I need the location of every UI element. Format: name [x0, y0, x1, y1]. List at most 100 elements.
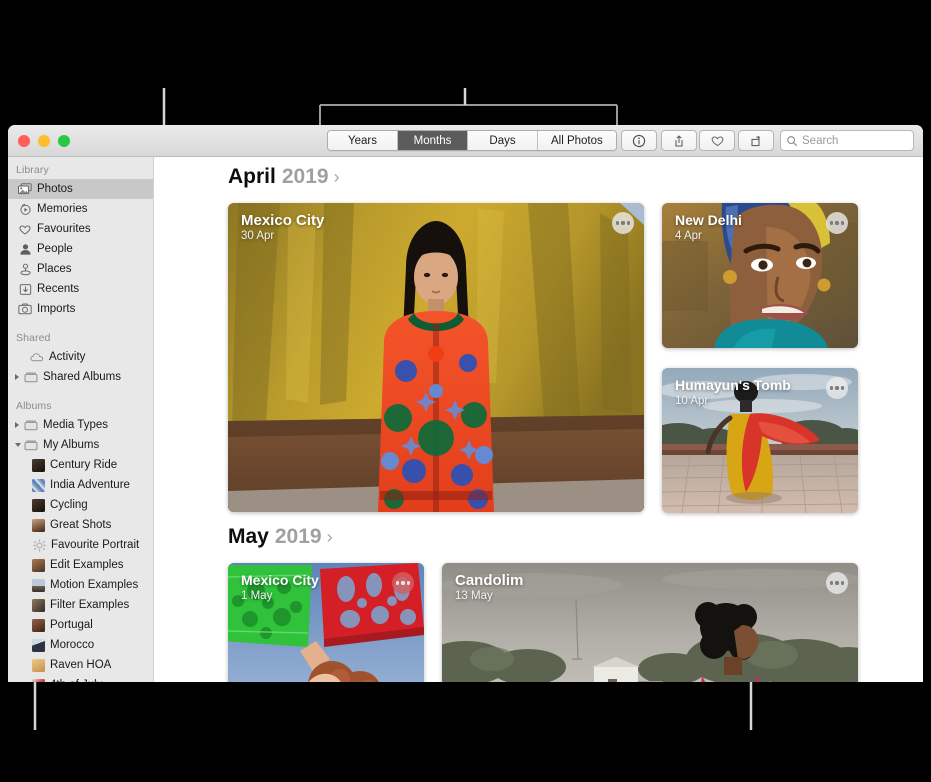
info-icon — [632, 134, 646, 148]
chevron-down-icon[interactable] — [15, 443, 21, 447]
sidebar-item-motion-examples[interactable]: Motion Examples — [8, 575, 153, 595]
sidebar-item-label: Motion Examples — [50, 579, 138, 591]
sidebar-item-label: Portugal — [50, 619, 93, 631]
sidebar-item-people[interactable]: People — [8, 239, 153, 259]
chevron-right-icon[interactable] — [15, 422, 19, 428]
sidebar-item-label: Favourite Portrait — [51, 539, 139, 551]
rotate-button[interactable] — [738, 130, 774, 151]
sidebar-item-portugal[interactable]: Portugal — [8, 615, 153, 635]
more-options-button[interactable] — [826, 377, 848, 399]
sidebar-item-media-types[interactable]: Media Types — [8, 415, 153, 435]
tab-days[interactable]: Days — [468, 131, 538, 150]
gear-icon — [32, 538, 46, 552]
window-controls — [18, 135, 70, 147]
chevron-right-icon[interactable]: › — [327, 527, 333, 548]
photo-card-humayuns-tomb[interactable]: Humayun's Tomb 10 Apr — [662, 368, 858, 513]
month-year: 2019 — [275, 525, 322, 549]
photo-card-new-delhi[interactable]: New Delhi 4 Apr — [662, 203, 858, 348]
info-button[interactable] — [621, 130, 657, 151]
more-options-button[interactable] — [826, 212, 848, 234]
sidebar-item-label: Memories — [37, 203, 87, 215]
sidebar-item-imports[interactable]: Imports — [8, 299, 153, 319]
chevron-right-icon[interactable]: › — [334, 167, 340, 188]
sidebar-item-4th-of-july[interactable]: 4th of July — [8, 675, 153, 682]
sidebar-item-label: Imports — [37, 303, 75, 315]
sidebar-item-label: Media Types — [43, 419, 108, 431]
sidebar-item-my-albums[interactable]: My Albums — [8, 435, 153, 455]
sidebar-item-favourites[interactable]: Favourites — [8, 219, 153, 239]
sidebar-item-century-ride[interactable]: Century Ride — [8, 455, 153, 475]
album-icon — [24, 438, 38, 452]
tab-months[interactable]: Months — [398, 131, 468, 150]
zoom-button[interactable] — [58, 135, 70, 147]
album-thumbnail — [32, 599, 45, 612]
chevron-right-icon[interactable] — [15, 374, 19, 380]
sidebar-item-raven-hoa[interactable]: Raven HOA — [8, 655, 153, 675]
search-icon — [786, 135, 798, 147]
sidebar-item-activity[interactable]: Activity — [8, 347, 153, 367]
month-header-may[interactable]: May 2019 › — [155, 512, 923, 549]
tab-years[interactable]: Years — [328, 131, 398, 150]
sidebar-item-memories[interactable]: Memories — [8, 199, 153, 219]
window-titlebar: Years Months Days All Photos — [8, 125, 923, 157]
sidebar-item-label: Favourites — [37, 223, 91, 235]
photo-date: 10 Apr — [675, 394, 791, 409]
album-thumbnail — [32, 619, 45, 632]
photo-thumbnail — [228, 203, 644, 512]
photo-title: Mexico City — [241, 572, 319, 589]
cloud-icon — [30, 350, 44, 364]
photo-date: 13 May — [455, 589, 523, 604]
album-thumbnail — [32, 579, 45, 592]
search-placeholder: Search — [802, 135, 838, 147]
photo-card-label: Candolim 13 May — [455, 572, 523, 604]
more-options-button[interactable] — [392, 572, 414, 594]
favorite-button[interactable] — [699, 130, 735, 151]
view-mode-segmented-control[interactable]: Years Months Days All Photos — [327, 130, 617, 151]
download-icon — [18, 282, 32, 296]
camera-icon — [18, 302, 32, 316]
sidebar-item-label: Shared Albums — [43, 371, 121, 383]
sidebar-item-great-shots[interactable]: Great Shots — [8, 515, 153, 535]
photo-title: Mexico City — [241, 212, 324, 229]
month-header-april[interactable]: April 2019 › — [155, 157, 923, 189]
sidebar-item-shared-albums[interactable]: Shared Albums — [8, 367, 153, 387]
tab-all-photos[interactable]: All Photos — [538, 131, 616, 150]
sidebar-item-india-adventure[interactable]: India Adventure — [8, 475, 153, 495]
photo-date: 4 Apr — [675, 229, 742, 244]
sidebar-item-label: Places — [37, 263, 72, 275]
sidebar-section-albums: Albums — [8, 396, 153, 415]
photo-card-label: Mexico City 30 Apr — [241, 212, 324, 244]
close-button[interactable] — [18, 135, 30, 147]
share-button[interactable] — [661, 130, 697, 151]
sidebar-item-label: India Adventure — [50, 479, 130, 491]
sidebar-item-label: Cycling — [50, 499, 88, 511]
sidebar-item-label: Photos — [37, 183, 73, 195]
sidebar-item-edit-examples[interactable]: Edit Examples — [8, 555, 153, 575]
sidebar-item-cycling[interactable]: Cycling — [8, 495, 153, 515]
photo-grid-content[interactable]: April 2019 › — [155, 157, 923, 682]
sidebar-item-filter-examples[interactable]: Filter Examples — [8, 595, 153, 615]
sidebar-item-favourite-portrait[interactable]: Favourite Portrait — [8, 535, 153, 555]
sidebar[interactable]: Library Photos — [8, 157, 154, 682]
album-thumbnail — [32, 679, 45, 683]
sidebar-section-library: Library — [8, 160, 153, 179]
sidebar-item-places[interactable]: Places — [8, 259, 153, 279]
photo-card-label: Humayun's Tomb 10 Apr — [675, 377, 791, 409]
album-thumbnail — [32, 559, 45, 572]
album-thumbnail — [32, 459, 45, 472]
photo-card-mexico-city-may[interactable]: Mexico City 1 May — [228, 563, 424, 682]
photo-card-mexico-city-apr[interactable]: Mexico City 30 Apr — [228, 203, 644, 512]
photo-date: 1 May — [241, 589, 319, 604]
search-input[interactable]: Search — [780, 130, 914, 151]
rotate-icon — [749, 134, 763, 148]
minimize-button[interactable] — [38, 135, 50, 147]
album-icon — [24, 370, 38, 384]
sidebar-item-recents[interactable]: Recents — [8, 279, 153, 299]
more-options-button[interactable] — [826, 572, 848, 594]
photo-card-candolim[interactable]: Candolim 13 May — [442, 563, 858, 682]
more-options-button[interactable] — [612, 212, 634, 234]
sidebar-item-photos[interactable]: Photos — [8, 179, 153, 199]
heart-icon — [18, 222, 32, 236]
sidebar-item-morocco[interactable]: Morocco — [8, 635, 153, 655]
photos-app-window: Years Months Days All Photos — [8, 125, 923, 682]
